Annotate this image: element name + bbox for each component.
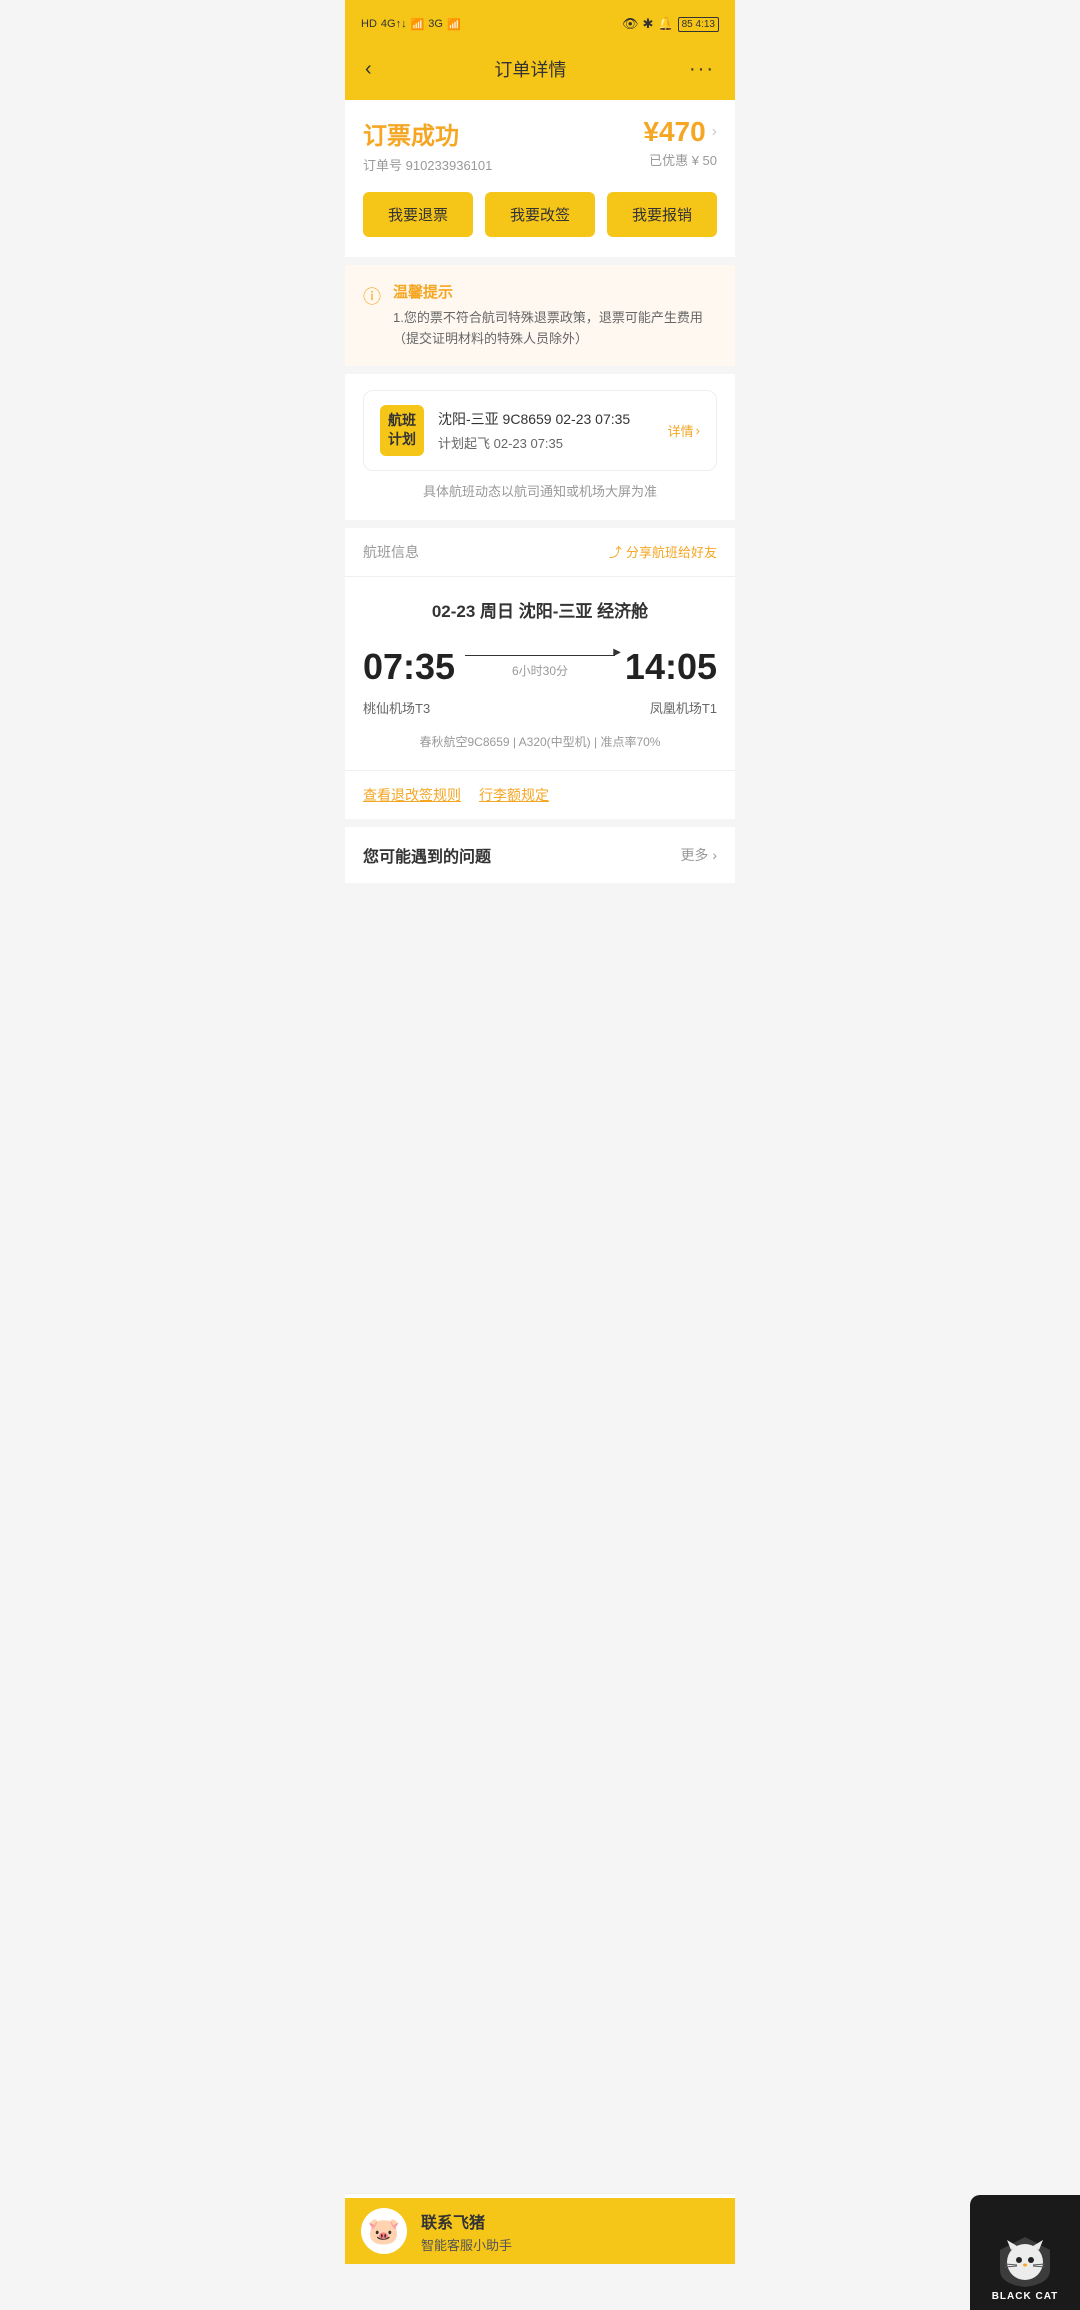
contact-avatar: 🐷 — [361, 2208, 407, 2254]
flight-info-section: 航班信息 ⤴ 分享航班给好友 02-23 周日 沈阳-三亚 经济舱 07:35 … — [345, 528, 735, 819]
back-button[interactable]: ‹ — [365, 58, 372, 81]
flight-badge: 航班 计划 — [380, 405, 424, 456]
price-arrow-icon: › — [712, 123, 717, 141]
flight-line-icon — [465, 655, 615, 657]
flight-times: 07:35 6小时30分 14:05 — [363, 646, 717, 688]
success-title: 订票成功 — [363, 116, 492, 151]
black-cat-watermark: BLACK CAT — [970, 2195, 1080, 2310]
flight-details: 02-23 周日 沈阳-三亚 经济舱 07:35 6小时30分 14:05 桃仙… — [345, 577, 735, 770]
order-number: 订单号 910233936101 — [363, 155, 492, 174]
refund-button[interactable]: 我要退票 — [363, 192, 473, 237]
more-button[interactable]: ··· — [689, 58, 715, 81]
flight-info-label: 航班信息 — [363, 542, 419, 562]
eye-icon: 👁 — [622, 16, 639, 32]
signal-icon: 📶 — [411, 18, 425, 31]
contact-text: 联系飞猪 智能客服小助手 — [421, 2209, 719, 2254]
status-right: 👁 ✱ 🔔 85 4:13 — [622, 16, 719, 32]
faq-title: 您可能遇到的问题 — [363, 843, 491, 867]
flight-plan-time: 计划起飞 02-23 07:35 — [438, 433, 654, 452]
faq-section: 您可能遇到的问题 更多 › — [345, 827, 735, 883]
flight-plan-info: 沈阳-三亚 9C8659 02-23 07:35 计划起飞 02-23 07:3… — [438, 409, 654, 452]
arrival-airport: 凤凰机场T1 — [650, 698, 717, 717]
battery-icon: 85 4:13 — [678, 17, 719, 32]
links-row: 查看退改签规则 行李额规定 — [345, 770, 735, 819]
flight-duration: 6小时30分 — [512, 662, 568, 679]
action-buttons: 我要退票 我要改签 我要报销 — [363, 192, 717, 237]
flight-detail-button[interactable]: 详情 › — [668, 421, 700, 440]
page-title: 订单详情 — [494, 56, 566, 82]
contact-sub: 智能客服小助手 — [421, 2235, 719, 2254]
faq-more-button[interactable]: 更多 › — [680, 845, 717, 865]
airline-info: 春秋航空9C8659 | A320(中型机) | 准点率70% — [363, 733, 717, 750]
main-content: 订票成功 订单号 910233936101 ¥470 › 已优惠 ¥ 50 我要… — [345, 100, 735, 883]
badge-line1: 航班 — [388, 411, 416, 431]
black-cat-icon — [995, 2232, 1055, 2287]
success-card: 订票成功 订单号 910233936101 ¥470 › 已优惠 ¥ 50 我要… — [345, 100, 735, 257]
status-left: HD 4G↑↓ 📶 3G 📶 — [361, 18, 461, 31]
flight-date-route: 02-23 周日 沈阳-三亚 经济舱 — [363, 597, 717, 622]
invoice-button[interactable]: 我要报销 — [607, 192, 717, 237]
notice-text: 1.您的票不符合航司特殊退票政策，退票可能产生费用（提交证明材料的特殊人员除外） — [393, 308, 717, 350]
network-icon: 4G↑↓ — [381, 18, 407, 30]
departure-time: 07:35 — [363, 646, 455, 688]
black-cat-label: BLACK CAT — [992, 2291, 1059, 2302]
share-label: 分享航班给好友 — [626, 542, 717, 561]
detail-label: 详情 — [668, 421, 694, 440]
hd-icon: HD — [361, 18, 377, 30]
bell-icon: 🔔 — [657, 16, 673, 32]
share-button[interactable]: ⤴ 分享航班给好友 — [609, 542, 717, 561]
header: ‹ 订单详情 ··· — [345, 44, 735, 100]
faq-header: 您可能遇到的问题 更多 › — [363, 843, 717, 867]
contact-bar: 🐷 联系飞猪 智能客服小助手 — [345, 2198, 735, 2264]
airports: 桃仙机场T3 凤凰机场T1 — [363, 698, 717, 717]
dynamic-hint: 具体航班动态以航司通知或机场大屏为准 — [363, 471, 717, 504]
bluetooth-icon: ✱ — [643, 16, 654, 32]
status-bar: HD 4G↑↓ 📶 3G 📶 👁 ✱ 🔔 85 4:13 — [345, 0, 735, 44]
success-top: 订票成功 订单号 910233936101 ¥470 › 已优惠 ¥ 50 — [363, 116, 717, 174]
discount-text: 已优惠 ¥ 50 — [643, 150, 717, 169]
flight-info-header: 航班信息 ⤴ 分享航班给好友 — [345, 528, 735, 577]
flight-plan-route: 沈阳-三亚 9C8659 02-23 07:35 — [438, 409, 654, 429]
notice-card: ⓘ 温馨提示 1.您的票不符合航司特殊退票政策，退票可能产生费用（提交证明材料的… — [345, 265, 735, 366]
flight-plan-inner: 航班 计划 沈阳-三亚 9C8659 02-23 07:35 计划起飞 02-2… — [363, 390, 717, 471]
price-area: ¥470 › — [643, 116, 717, 148]
refund-rules-link[interactable]: 查看退改签规则 — [363, 785, 461, 805]
notice-content: 温馨提示 1.您的票不符合航司特殊退票政策，退票可能产生费用（提交证明材料的特殊… — [393, 281, 717, 350]
notice-title: 温馨提示 — [393, 281, 717, 302]
price-value: ¥470 — [643, 116, 705, 148]
black-cat-inner: BLACK CAT — [984, 2224, 1067, 2310]
change-button[interactable]: 我要改签 — [485, 192, 595, 237]
avatar-pig-icon: 🐷 — [368, 2216, 400, 2247]
flight-plan-card: 航班 计划 沈阳-三亚 9C8659 02-23 07:35 计划起飞 02-2… — [345, 374, 735, 520]
arrival-time: 14:05 — [625, 646, 717, 688]
signal-3g-icon: 3G — [428, 18, 443, 30]
success-info: 订票成功 订单号 910233936101 — [363, 116, 492, 174]
price-info: ¥470 › 已优惠 ¥ 50 — [643, 116, 717, 169]
signal2-icon: 📶 — [447, 18, 461, 31]
badge-line2: 计划 — [388, 430, 416, 450]
contact-name: 联系飞猪 — [421, 2209, 719, 2233]
detail-arrow-icon: › — [696, 423, 700, 438]
flight-arrow-area: 6小时30分 — [455, 655, 625, 680]
departure-airport: 桃仙机场T3 — [363, 698, 430, 717]
baggage-rules-link[interactable]: 行李额规定 — [479, 785, 549, 805]
share-icon: ⤴ — [609, 542, 622, 561]
info-icon: ⓘ — [363, 283, 381, 309]
